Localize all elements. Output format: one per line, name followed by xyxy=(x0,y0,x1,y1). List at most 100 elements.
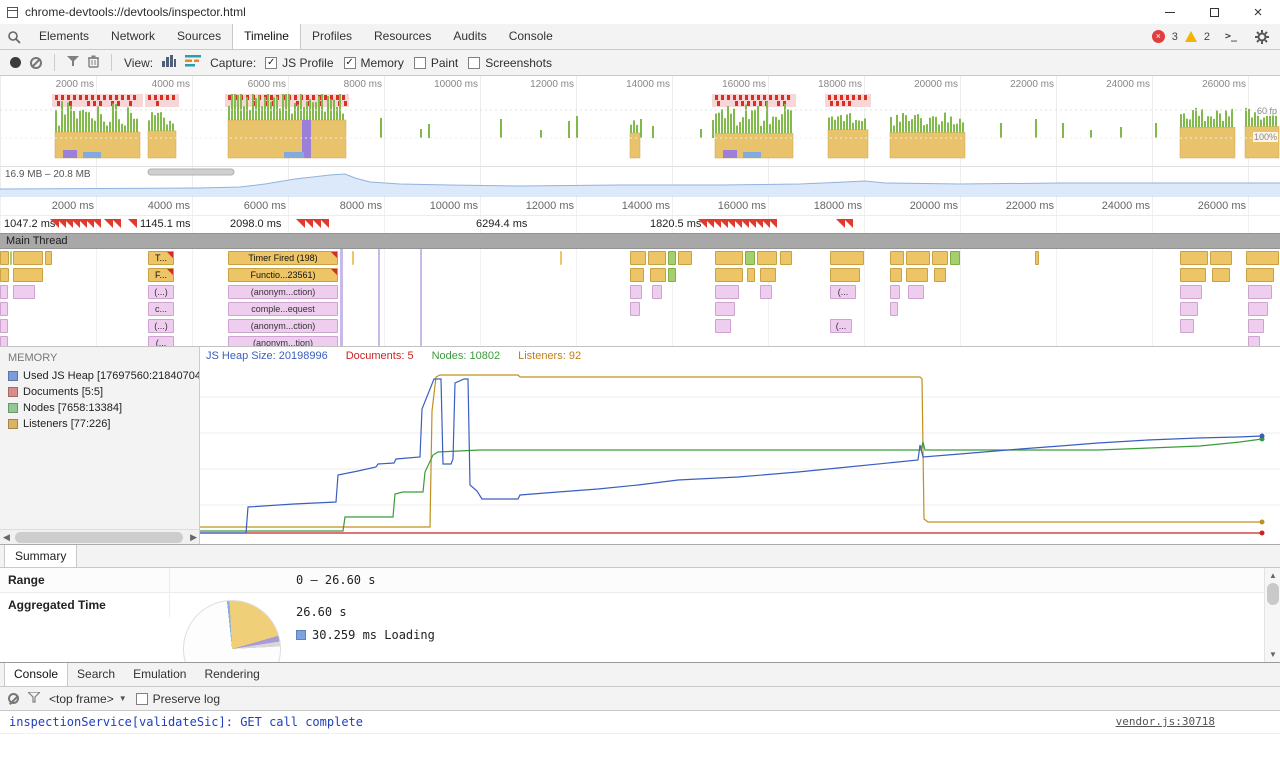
flame-bar[interactable]: (anonym...ction) xyxy=(228,285,338,299)
flame-bar[interactable] xyxy=(668,251,676,265)
flame-bar[interactable] xyxy=(906,251,930,265)
console-tab-search[interactable]: Search xyxy=(68,663,124,686)
flame-bar[interactable]: (... xyxy=(830,285,856,299)
frame-context-select[interactable]: <top frame> ▼ xyxy=(49,692,127,706)
flame-bar[interactable] xyxy=(747,268,755,282)
flame-view-button[interactable] xyxy=(185,55,201,70)
checkbox-icon[interactable] xyxy=(414,57,426,69)
flame-bar[interactable]: (anonym...tion) xyxy=(228,336,338,347)
console-filter-button[interactable] xyxy=(28,692,40,706)
long-frame-marker[interactable] xyxy=(844,219,853,228)
tab-profiles[interactable]: Profiles xyxy=(301,24,363,49)
flame-bar[interactable] xyxy=(906,268,928,282)
flame-bar[interactable]: c... xyxy=(148,302,174,316)
legend-item[interactable]: Nodes [7658:13384] xyxy=(0,400,199,416)
console-tab-emulation[interactable]: Emulation xyxy=(124,663,195,686)
flame-bar[interactable] xyxy=(13,251,43,265)
flame-bar[interactable] xyxy=(715,268,743,282)
flame-bar[interactable] xyxy=(1246,268,1274,282)
flame-bar[interactable]: (...) xyxy=(148,319,174,333)
flame-bar[interactable] xyxy=(934,268,946,282)
legend-item[interactable]: Used JS Heap [17697560:21840704] xyxy=(0,368,199,384)
flame-bar[interactable] xyxy=(630,285,642,299)
flame-bar[interactable]: Functio...23561) xyxy=(228,268,338,282)
close-button[interactable]: × xyxy=(1236,0,1280,24)
flame-bar[interactable] xyxy=(630,268,644,282)
flame-bar[interactable] xyxy=(715,285,739,299)
vertical-scrollbar[interactable]: ▲ ▼ xyxy=(1264,568,1280,662)
flame-bar[interactable]: Timer Fired (198) xyxy=(228,251,338,265)
flame-bar[interactable] xyxy=(0,319,8,333)
flame-bar[interactable] xyxy=(715,319,731,333)
checkbox-icon[interactable] xyxy=(468,57,480,69)
capture-option-js-profile[interactable]: ✓JS Profile xyxy=(265,56,333,70)
flame-bar[interactable] xyxy=(10,251,12,265)
flame-bar[interactable]: (anonym...ction) xyxy=(228,319,338,333)
flame-chart[interactable]: T... Timer Fired (198) F... Functio...23561… xyxy=(0,249,1280,347)
long-frame-marker[interactable] xyxy=(320,219,329,228)
tab-audits[interactable]: Audits xyxy=(442,24,497,49)
scroll-up-icon[interactable]: ▲ xyxy=(1265,571,1280,580)
flame-bar[interactable] xyxy=(830,251,864,265)
flame-bar[interactable] xyxy=(678,251,692,265)
flame-bar[interactable] xyxy=(630,302,640,316)
console-source-link[interactable]: vendor.js:30718 xyxy=(1116,715,1215,728)
garbage-collect-button[interactable] xyxy=(88,55,99,71)
flame-bar[interactable] xyxy=(45,251,52,265)
flame-bar[interactable] xyxy=(1180,319,1194,333)
error-icon[interactable]: × xyxy=(1152,30,1165,43)
flame-bar[interactable] xyxy=(715,251,743,265)
tab-summary[interactable]: Summary xyxy=(4,545,77,567)
scrollbar-thumb[interactable] xyxy=(15,532,183,543)
search-button[interactable] xyxy=(0,24,28,49)
minimize-button[interactable] xyxy=(1148,0,1192,24)
flame-bar[interactable] xyxy=(0,285,8,299)
flame-bar[interactable] xyxy=(908,285,924,299)
checkbox-icon[interactable]: ✓ xyxy=(344,57,356,69)
tab-network[interactable]: Network xyxy=(100,24,166,49)
flame-bar[interactable]: F... xyxy=(148,268,174,282)
flame-bar[interactable] xyxy=(1210,251,1232,265)
capture-option-paint[interactable]: Paint xyxy=(414,56,458,70)
long-frame-marker[interactable] xyxy=(92,219,101,228)
flame-bar[interactable]: (... xyxy=(830,319,852,333)
flame-bar[interactable] xyxy=(757,251,777,265)
flame-bar[interactable] xyxy=(1212,268,1230,282)
horizontal-scrollbar[interactable]: ◀ ▶ xyxy=(0,529,200,544)
flame-bar[interactable] xyxy=(0,336,8,347)
long-frame-marker[interactable] xyxy=(128,219,137,228)
checkbox-icon[interactable]: ✓ xyxy=(265,57,277,69)
flame-bar[interactable] xyxy=(760,285,772,299)
long-frame-marker[interactable] xyxy=(112,219,121,228)
tab-timeline[interactable]: Timeline xyxy=(232,24,301,49)
flame-bar[interactable] xyxy=(668,268,676,282)
warning-icon[interactable] xyxy=(1185,31,1197,42)
flame-bar[interactable] xyxy=(890,285,900,299)
flame-bar[interactable]: T... xyxy=(148,251,174,265)
scroll-down-icon[interactable]: ▼ xyxy=(1265,650,1280,659)
flame-bar[interactable] xyxy=(830,268,860,282)
flame-bar[interactable]: (...) xyxy=(148,285,174,299)
main-thread-header[interactable]: Main Thread xyxy=(0,233,1280,249)
tab-resources[interactable]: Resources xyxy=(363,24,442,49)
flame-bar[interactable] xyxy=(745,251,755,265)
flame-bar[interactable] xyxy=(630,251,646,265)
flame-bar[interactable] xyxy=(0,302,8,316)
console-tab-console[interactable]: Console xyxy=(4,663,68,686)
console-tab-rendering[interactable]: Rendering xyxy=(195,663,268,686)
flame-bar[interactable] xyxy=(352,251,354,265)
preserve-log-option[interactable]: Preserve log xyxy=(136,692,220,706)
tab-elements[interactable]: Elements xyxy=(28,24,100,49)
preserve-log-checkbox[interactable] xyxy=(136,693,148,705)
flame-bar[interactable] xyxy=(648,251,666,265)
flame-bar[interactable] xyxy=(760,268,776,282)
flame-bar[interactable] xyxy=(932,251,948,265)
flame-bar[interactable] xyxy=(1248,285,1272,299)
tab-sources[interactable]: Sources xyxy=(166,24,232,49)
flame-bar[interactable] xyxy=(950,251,960,265)
flame-bar[interactable] xyxy=(560,251,562,265)
flame-bar[interactable] xyxy=(0,251,9,265)
flame-bar[interactable] xyxy=(890,302,898,316)
capture-option-screenshots[interactable]: Screenshots xyxy=(468,56,552,70)
flame-bar[interactable] xyxy=(650,268,666,282)
